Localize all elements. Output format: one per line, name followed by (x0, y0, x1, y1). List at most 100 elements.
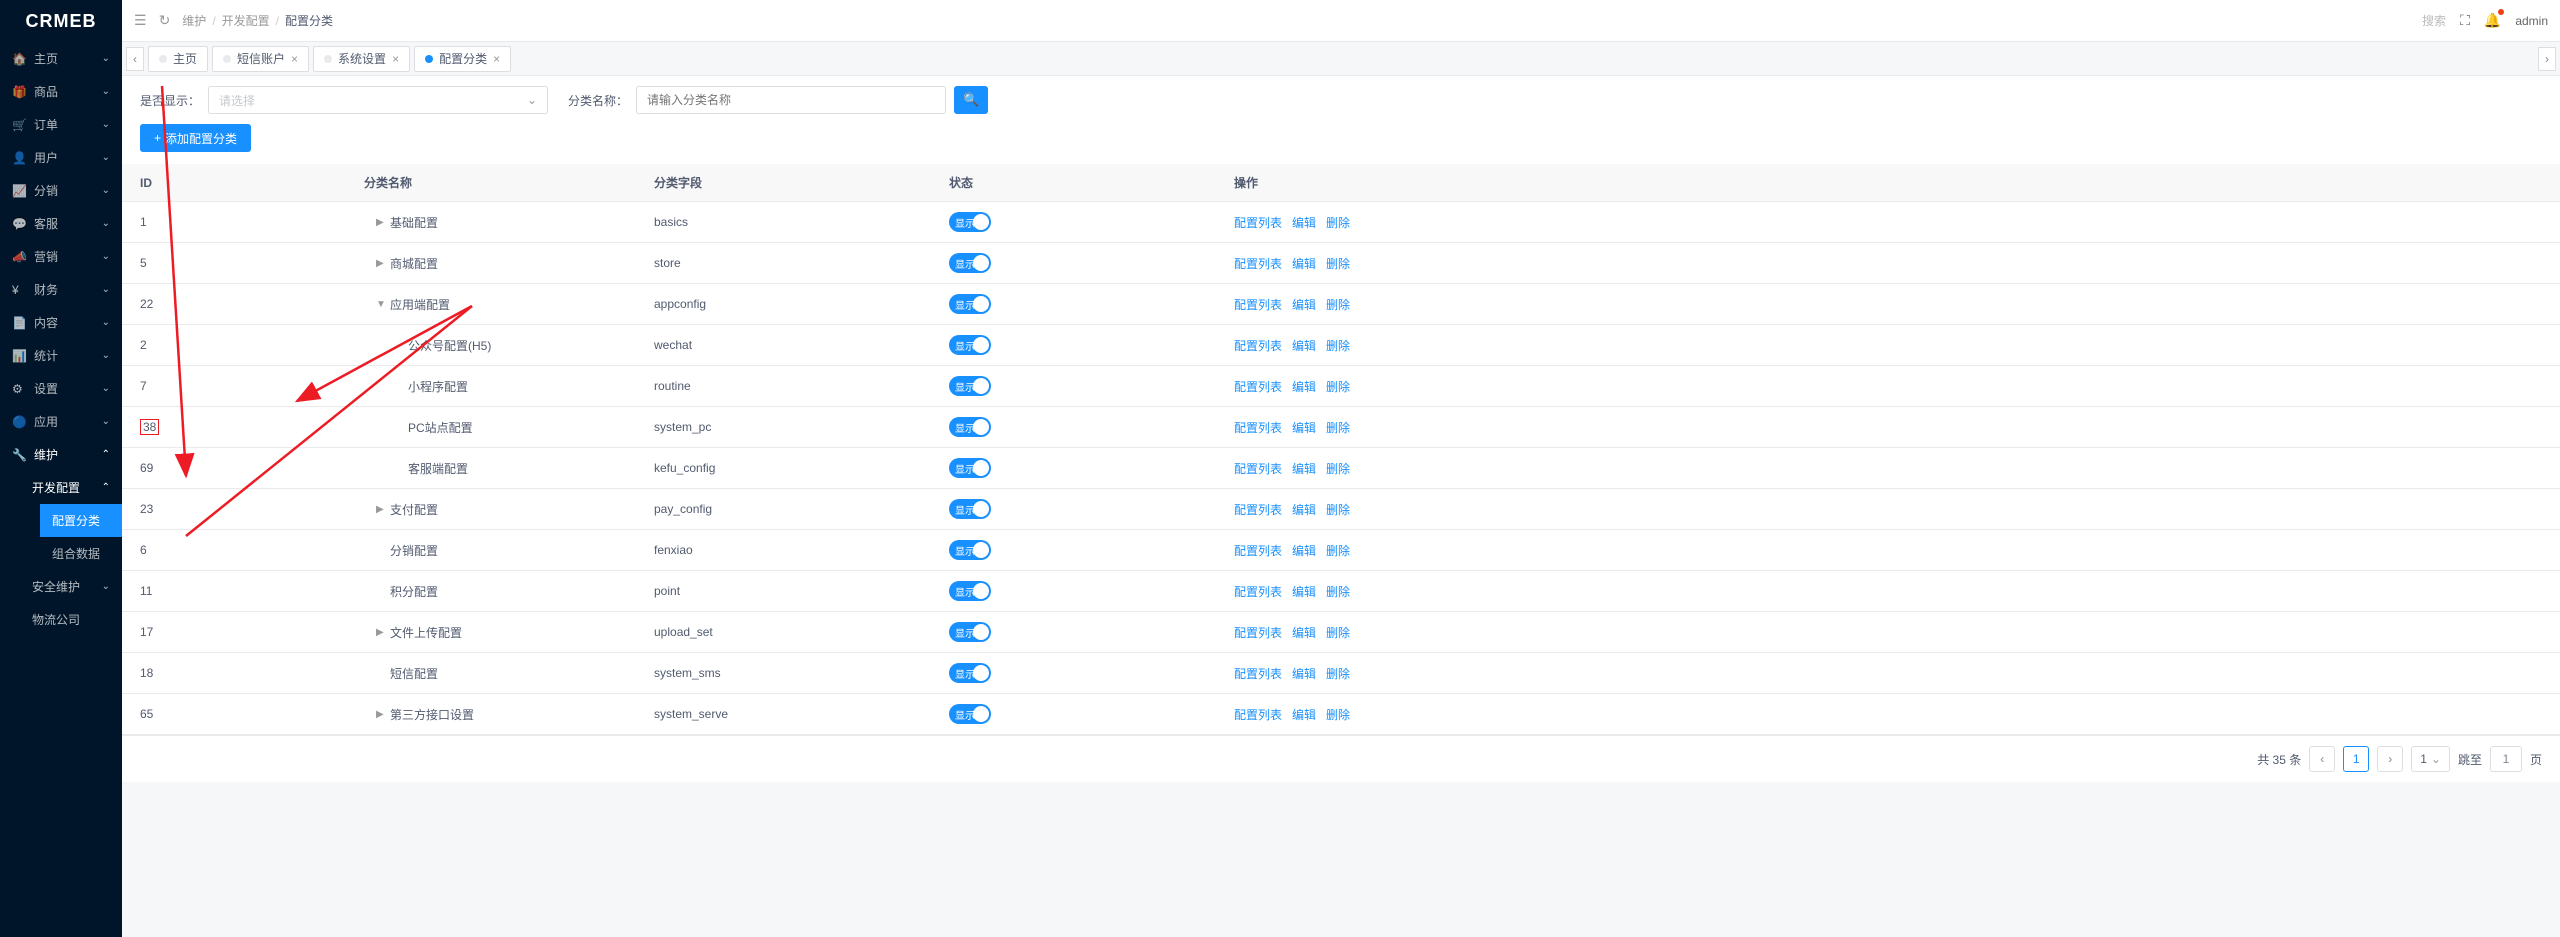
sidebar-item[interactable]: 🔵应用⌄ (0, 405, 122, 438)
action-edit[interactable]: 编辑 (1292, 665, 1316, 682)
action-delete[interactable]: 删除 (1326, 460, 1350, 477)
action-delete[interactable]: 删除 (1326, 214, 1350, 231)
action-edit[interactable]: 编辑 (1292, 583, 1316, 600)
logo[interactable]: CRMEB (0, 0, 122, 42)
sidebar-item[interactable]: 🛒订单⌄ (0, 108, 122, 141)
sidebar-item[interactable]: ⚙设置⌄ (0, 372, 122, 405)
tree-toggle-icon[interactable]: ▶ (376, 504, 386, 515)
sidebar-item[interactable]: 📊统计⌄ (0, 339, 122, 372)
action-list[interactable]: 配置列表 (1234, 337, 1282, 354)
sidebar-item[interactable]: 📣营销⌄ (0, 240, 122, 273)
action-list[interactable]: 配置列表 (1234, 706, 1282, 723)
breadcrumb-item[interactable]: 开发配置 (222, 12, 270, 29)
page-size-select[interactable]: 1 ⌄ (2411, 746, 2450, 772)
sidebar-item[interactable]: 💬客服⌄ (0, 207, 122, 240)
sidebar-item[interactable]: 📄内容⌄ (0, 306, 122, 339)
action-list[interactable]: 配置列表 (1234, 665, 1282, 682)
status-switch[interactable]: 显示 (949, 663, 991, 683)
action-edit[interactable]: 编辑 (1292, 501, 1316, 518)
action-list[interactable]: 配置列表 (1234, 583, 1282, 600)
tree-toggle-icon[interactable]: ▶ (376, 258, 386, 269)
action-edit[interactable]: 编辑 (1292, 378, 1316, 395)
action-edit[interactable]: 编辑 (1292, 255, 1316, 272)
action-list[interactable]: 配置列表 (1234, 460, 1282, 477)
action-edit[interactable]: 编辑 (1292, 542, 1316, 559)
action-list[interactable]: 配置列表 (1234, 542, 1282, 559)
action-list[interactable]: 配置列表 (1234, 419, 1282, 436)
action-delete[interactable]: 删除 (1326, 296, 1350, 313)
notification-icon[interactable]: 🔔 (2484, 12, 2501, 29)
action-list[interactable]: 配置列表 (1234, 624, 1282, 641)
tab[interactable]: 短信账户× (212, 46, 309, 72)
action-delete[interactable]: 删除 (1326, 378, 1350, 395)
collapse-icon[interactable]: ☰ (134, 12, 147, 29)
tab[interactable]: 系统设置× (313, 46, 410, 72)
fullscreen-icon[interactable]: ⛶ (2460, 12, 2470, 29)
action-delete[interactable]: 删除 (1326, 337, 1350, 354)
action-list[interactable]: 配置列表 (1234, 378, 1282, 395)
page-prev[interactable]: ‹ (2309, 746, 2335, 772)
action-edit[interactable]: 编辑 (1292, 214, 1316, 231)
user-menu[interactable]: admin (2515, 14, 2548, 28)
page-number[interactable]: 1 (2343, 746, 2369, 772)
action-list[interactable]: 配置列表 (1234, 296, 1282, 313)
action-edit[interactable]: 编辑 (1292, 419, 1316, 436)
status-switch[interactable]: 显示 (949, 499, 991, 519)
action-edit[interactable]: 编辑 (1292, 460, 1316, 477)
action-list[interactable]: 配置列表 (1234, 255, 1282, 272)
action-delete[interactable]: 删除 (1326, 624, 1350, 641)
action-delete[interactable]: 删除 (1326, 706, 1350, 723)
sidebar-item-security[interactable]: 安全维护 ⌄ (20, 570, 122, 603)
action-delete[interactable]: 删除 (1326, 542, 1350, 559)
action-delete[interactable]: 删除 (1326, 255, 1350, 272)
action-list[interactable]: 配置列表 (1234, 214, 1282, 231)
sidebar-item-dev-config[interactable]: 开发配置 ⌃ (20, 471, 122, 504)
name-input[interactable] (636, 86, 946, 114)
status-switch[interactable]: 显示 (949, 253, 991, 273)
search-button[interactable]: 🔍 (954, 86, 988, 114)
action-delete[interactable]: 删除 (1326, 419, 1350, 436)
tab-prev[interactable]: ‹ (126, 47, 144, 71)
sidebar-item[interactable]: 🎁商品⌄ (0, 75, 122, 108)
sidebar-item-logistics[interactable]: 物流公司 (20, 603, 122, 636)
close-icon[interactable]: × (291, 52, 298, 66)
status-switch[interactable]: 显示 (949, 704, 991, 724)
page-next[interactable]: › (2377, 746, 2403, 772)
tree-toggle-icon[interactable]: ▼ (376, 299, 386, 310)
goto-input[interactable]: 1 (2490, 746, 2522, 772)
action-edit[interactable]: 编辑 (1292, 296, 1316, 313)
action-delete[interactable]: 删除 (1326, 665, 1350, 682)
sidebar-item[interactable]: 🔧维护⌃ (0, 438, 122, 471)
tree-toggle-icon[interactable]: ▶ (376, 627, 386, 638)
action-edit[interactable]: 编辑 (1292, 706, 1316, 723)
status-switch[interactable]: 显示 (949, 622, 991, 642)
tab[interactable]: 配置分类× (414, 46, 511, 72)
status-switch[interactable]: 显示 (949, 581, 991, 601)
tree-toggle-icon[interactable]: ▶ (376, 709, 386, 720)
show-select[interactable]: 请选择 ⌄ (208, 86, 548, 114)
status-switch[interactable]: 显示 (949, 540, 991, 560)
tree-toggle-icon[interactable]: ▶ (376, 217, 386, 228)
status-switch[interactable]: 显示 (949, 458, 991, 478)
action-edit[interactable]: 编辑 (1292, 337, 1316, 354)
refresh-icon[interactable]: ↻ (159, 12, 171, 29)
sidebar-item[interactable]: 🏠主页⌄ (0, 42, 122, 75)
search-input[interactable]: 搜索 (2422, 12, 2446, 29)
action-list[interactable]: 配置列表 (1234, 501, 1282, 518)
add-config-button[interactable]: + 添加配置分类 (140, 124, 251, 152)
close-icon[interactable]: × (392, 52, 399, 66)
tab-next[interactable]: › (2538, 47, 2556, 71)
sidebar-item[interactable]: 📈分销⌄ (0, 174, 122, 207)
status-switch[interactable]: 显示 (949, 417, 991, 437)
sidebar-item[interactable]: 👤用户⌄ (0, 141, 122, 174)
action-edit[interactable]: 编辑 (1292, 624, 1316, 641)
status-switch[interactable]: 显示 (949, 294, 991, 314)
sidebar-item-combo-data[interactable]: 组合数据 (40, 537, 122, 570)
status-switch[interactable]: 显示 (949, 335, 991, 355)
status-switch[interactable]: 显示 (949, 212, 991, 232)
action-delete[interactable]: 删除 (1326, 583, 1350, 600)
sidebar-item-config-category[interactable]: 配置分类 (40, 504, 122, 537)
status-switch[interactable]: 显示 (949, 376, 991, 396)
action-delete[interactable]: 删除 (1326, 501, 1350, 518)
close-icon[interactable]: × (493, 52, 500, 66)
